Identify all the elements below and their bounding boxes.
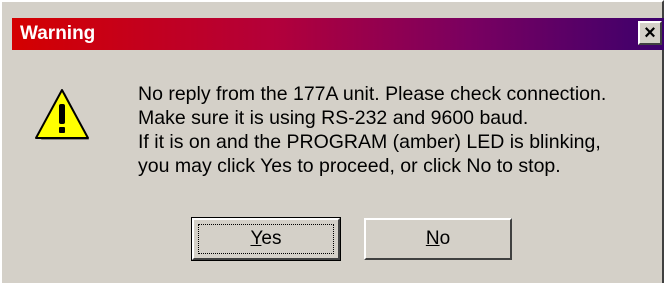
- no-button-label: No: [426, 228, 450, 250]
- warning-dialog: Warning × No reply from the 177A unit. P…: [0, 0, 664, 283]
- close-button[interactable]: ×: [638, 21, 662, 45]
- message-text: No reply from the 177A unit. Please chec…: [138, 82, 658, 178]
- no-label-rest: o: [439, 228, 451, 249]
- message-line: you may click Yes to proceed, or click N…: [138, 155, 561, 177]
- warning-triangle-icon: [35, 89, 89, 140]
- message-line: No reply from the 177A unit. Please chec…: [138, 83, 607, 105]
- message-line: If it is on and the PROGRAM (amber) LED …: [138, 131, 601, 153]
- message-line: Make sure it is using RS-232 and 9600 ba…: [138, 107, 529, 129]
- no-accel-key: N: [425, 228, 440, 249]
- window-title: Warning: [20, 23, 96, 44]
- focus-ring: [198, 224, 334, 254]
- no-button[interactable]: No: [364, 218, 512, 260]
- close-icon: ×: [644, 22, 656, 44]
- yes-button[interactable]: Yes: [191, 217, 341, 261]
- title-bar[interactable]: Warning ×: [12, 18, 664, 50]
